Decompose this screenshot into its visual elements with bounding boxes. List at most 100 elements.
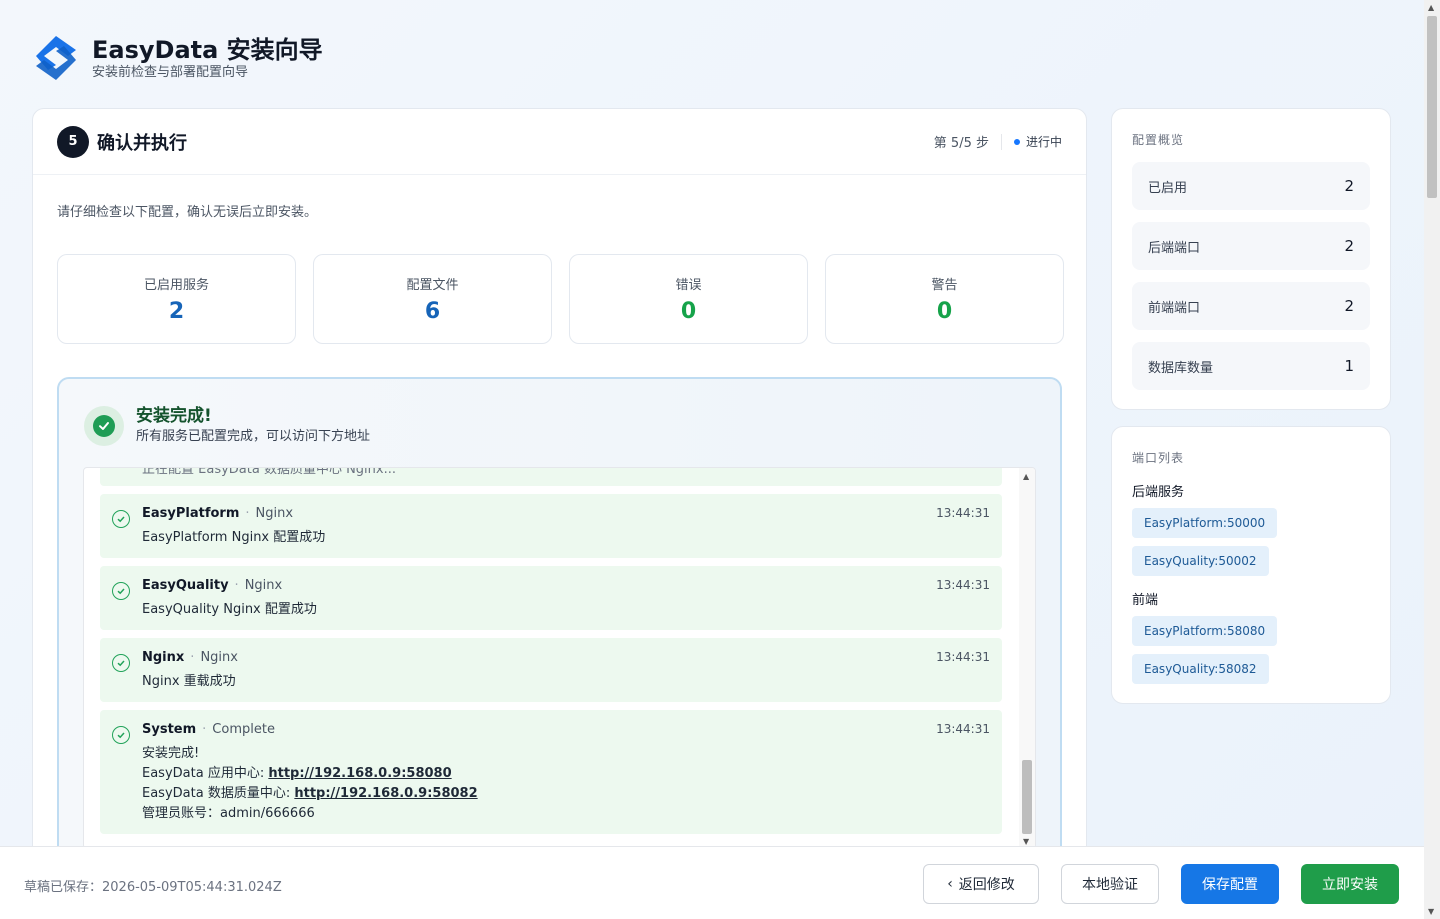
log-item: System · Complete 13:44:31 安装完成! EasyData … <box>100 710 1002 834</box>
stat-label: 已启用服务 <box>143 278 209 293</box>
install-now-button[interactable]: 立即安装 <box>1301 864 1399 904</box>
app-subtitle: 安装前检查与部署配置向导 <box>92 65 249 80</box>
log-item: 正在配置 EasyData 数据质量中心 Nginx... <box>100 468 1002 486</box>
overview-label: 已启用 <box>1148 180 1188 196</box>
overview-row-backend-ports: 后端端口 2 <box>1132 222 1370 270</box>
stat-value: 6 <box>424 299 441 324</box>
stat-enabled-services: 已启用服务 2 <box>57 254 296 344</box>
log-message: EasyPlatform Nginx 配置成功 <box>142 530 326 545</box>
log-source: EasyQuality · Nginx <box>142 578 283 593</box>
overview-value: 2 <box>1344 177 1354 195</box>
install-log[interactable]: 正在配置 EasyData 数据质量中心 Nginx... EasyPlatfo… <box>83 467 1036 849</box>
save-config-button[interactable]: 保存配置 <box>1181 864 1279 904</box>
log-time: 13:44:31 <box>936 722 990 736</box>
success-subtitle: 所有服务已配置完成，可以访问下方地址 <box>136 429 371 444</box>
log-item: EasyPlatform · Nginx 13:44:31 EasyPlatform… <box>100 494 1002 558</box>
stat-label: 配置文件 <box>406 278 459 293</box>
app-center-link[interactable]: http://192.168.0.9:58080 <box>268 766 451 781</box>
log-line: 管理员账号：admin/666666 <box>142 806 315 821</box>
log-time: 13:44:31 <box>936 578 990 592</box>
overview-row-frontend-ports: 前端端口 2 <box>1132 282 1370 330</box>
backend-group-label: 后端服务 <box>1132 485 1185 500</box>
stat-value: 0 <box>936 299 953 324</box>
log-source: EasyPlatform · Nginx <box>142 506 294 521</box>
log-source: Nginx · Nginx <box>142 650 238 665</box>
log-source: System · Complete <box>142 722 275 737</box>
log-message: EasyQuality Nginx 配置成功 <box>142 602 317 617</box>
ports-title: 端口列表 <box>1132 451 1185 465</box>
log-partial-text: 正在配置 EasyData 数据质量中心 Nginx... <box>142 468 397 477</box>
check-circle-icon <box>112 582 130 600</box>
log-item: Nginx · Nginx 13:44:31 Nginx 重载成功 <box>100 638 1002 702</box>
log-scroll-area[interactable]: 正在配置 EasyData 数据质量中心 Nginx... EasyPlatfo… <box>84 468 1019 848</box>
footer-bar: 草稿已保存：2026-05-09T05:44:31.024Z ‹ 返回修改 本地… <box>0 846 1424 919</box>
scroll-down-arrow-icon[interactable]: ▼ <box>1023 837 1029 846</box>
page-scroll-thumb[interactable] <box>1427 16 1437 198</box>
port-tag: EasyQuality:58082 <box>1132 654 1269 684</box>
frontend-group-label: 前端 <box>1132 593 1159 608</box>
stats-row: 已启用服务 2 配置文件 6 错误 0 警告 0 <box>57 254 1064 344</box>
stat-value: 0 <box>680 299 697 324</box>
port-tag: EasyPlatform:50000 <box>1132 508 1278 538</box>
log-scroll-thumb[interactable] <box>1022 760 1032 834</box>
step-intro: 请仔细检查以下配置，确认无误后立即安装。 <box>57 205 318 220</box>
easydata-logo-icon <box>36 36 76 80</box>
step-progress: 第 5/5 步 <box>933 136 989 151</box>
stat-value: 2 <box>168 299 185 324</box>
port-tag: EasyQuality:50002 <box>1132 546 1269 576</box>
install-success-panel: 安装完成! 所有服务已配置完成，可以访问下方地址 正在配置 EasyData 数… <box>57 377 1062 867</box>
stat-label: 警告 <box>931 278 958 293</box>
port-list-card: 端口列表 后端服务 EasyPlatform:50000 EasyQuality… <box>1111 426 1391 704</box>
overview-label: 前端端口 <box>1148 300 1201 316</box>
log-message: 安装完成! EasyData 应用中心: http://192.168.0.9:… <box>142 744 478 824</box>
app-header: EasyData 安装向导 安装前检查与部署配置向导 <box>32 34 323 82</box>
stat-errors: 错误 0 <box>569 254 808 344</box>
check-circle-icon <box>112 726 130 744</box>
validate-button[interactable]: 本地验证 <box>1061 864 1159 904</box>
step-header: 5 确认并执行 第 5/5 步 进行中 <box>33 109 1086 175</box>
check-circle-icon <box>112 654 130 672</box>
success-title: 安装完成! <box>136 406 212 426</box>
status-text: 进行中 <box>1025 135 1062 149</box>
success-header: 安装完成! 所有服务已配置完成，可以访问下方地址 <box>84 405 370 447</box>
step-meta: 第 5/5 步 进行中 <box>934 132 1062 151</box>
log-line: EasyData 数据质量中心: http://192.168.0.9:5808… <box>142 786 478 801</box>
status-dot-icon <box>1013 138 1020 145</box>
log-item: EasyQuality · Nginx 13:44:31 EasyQuality N… <box>100 566 1002 630</box>
overview-value: 1 <box>1344 357 1354 375</box>
success-check-icon <box>84 406 124 446</box>
config-overview-card: 配置概览 已启用 2 后端端口 2 前端端口 2 数据库数量 1 <box>1111 108 1391 410</box>
divider <box>1000 133 1002 150</box>
overview-label: 数据库数量 <box>1148 360 1214 376</box>
overview-row-enabled: 已启用 2 <box>1132 162 1370 210</box>
step-title: 确认并执行 <box>97 132 187 154</box>
step-number-badge: 5 <box>57 125 89 158</box>
log-time: 13:44:31 <box>936 506 990 520</box>
scroll-up-arrow-icon[interactable]: ▲ <box>1428 3 1434 12</box>
overview-label: 后端端口 <box>1148 240 1201 256</box>
stat-warnings: 警告 0 <box>825 254 1064 344</box>
overview-title: 配置概览 <box>1132 133 1185 147</box>
log-line: 安装完成! <box>142 746 200 761</box>
stat-label: 错误 <box>675 278 702 293</box>
step-card: 5 确认并执行 第 5/5 步 进行中 请仔细检查以下配置，确认无误后立即安装。… <box>32 108 1087 868</box>
log-scrollbar[interactable]: ▲ ▼ <box>1019 468 1035 848</box>
check-circle-icon <box>112 510 130 528</box>
back-button-label: 返回修改 <box>958 877 1015 893</box>
log-line: EasyData 应用中心: http://192.168.0.9:58080 <box>142 766 452 781</box>
port-tag: EasyPlatform:58080 <box>1132 616 1278 646</box>
page-scrollbar[interactable]: ▲ ▼ <box>1424 0 1440 919</box>
overview-value: 2 <box>1344 237 1354 255</box>
draft-saved-status: 草稿已保存：2026-05-09T05:44:31.024Z <box>24 880 282 895</box>
back-button[interactable]: ‹ 返回修改 <box>923 864 1039 904</box>
log-time: 13:44:31 <box>936 650 990 664</box>
app-title: EasyData 安装向导 <box>92 36 323 64</box>
stat-config-files: 配置文件 6 <box>313 254 552 344</box>
chevron-left-icon: ‹ <box>947 876 953 892</box>
quality-center-link[interactable]: http://192.168.0.9:58082 <box>294 786 477 801</box>
scroll-up-arrow-icon[interactable]: ▲ <box>1023 472 1029 481</box>
overview-row-databases: 数据库数量 1 <box>1132 342 1370 390</box>
scroll-down-arrow-icon[interactable]: ▼ <box>1428 907 1434 916</box>
log-message: Nginx 重载成功 <box>142 674 236 689</box>
overview-value: 2 <box>1344 297 1354 315</box>
